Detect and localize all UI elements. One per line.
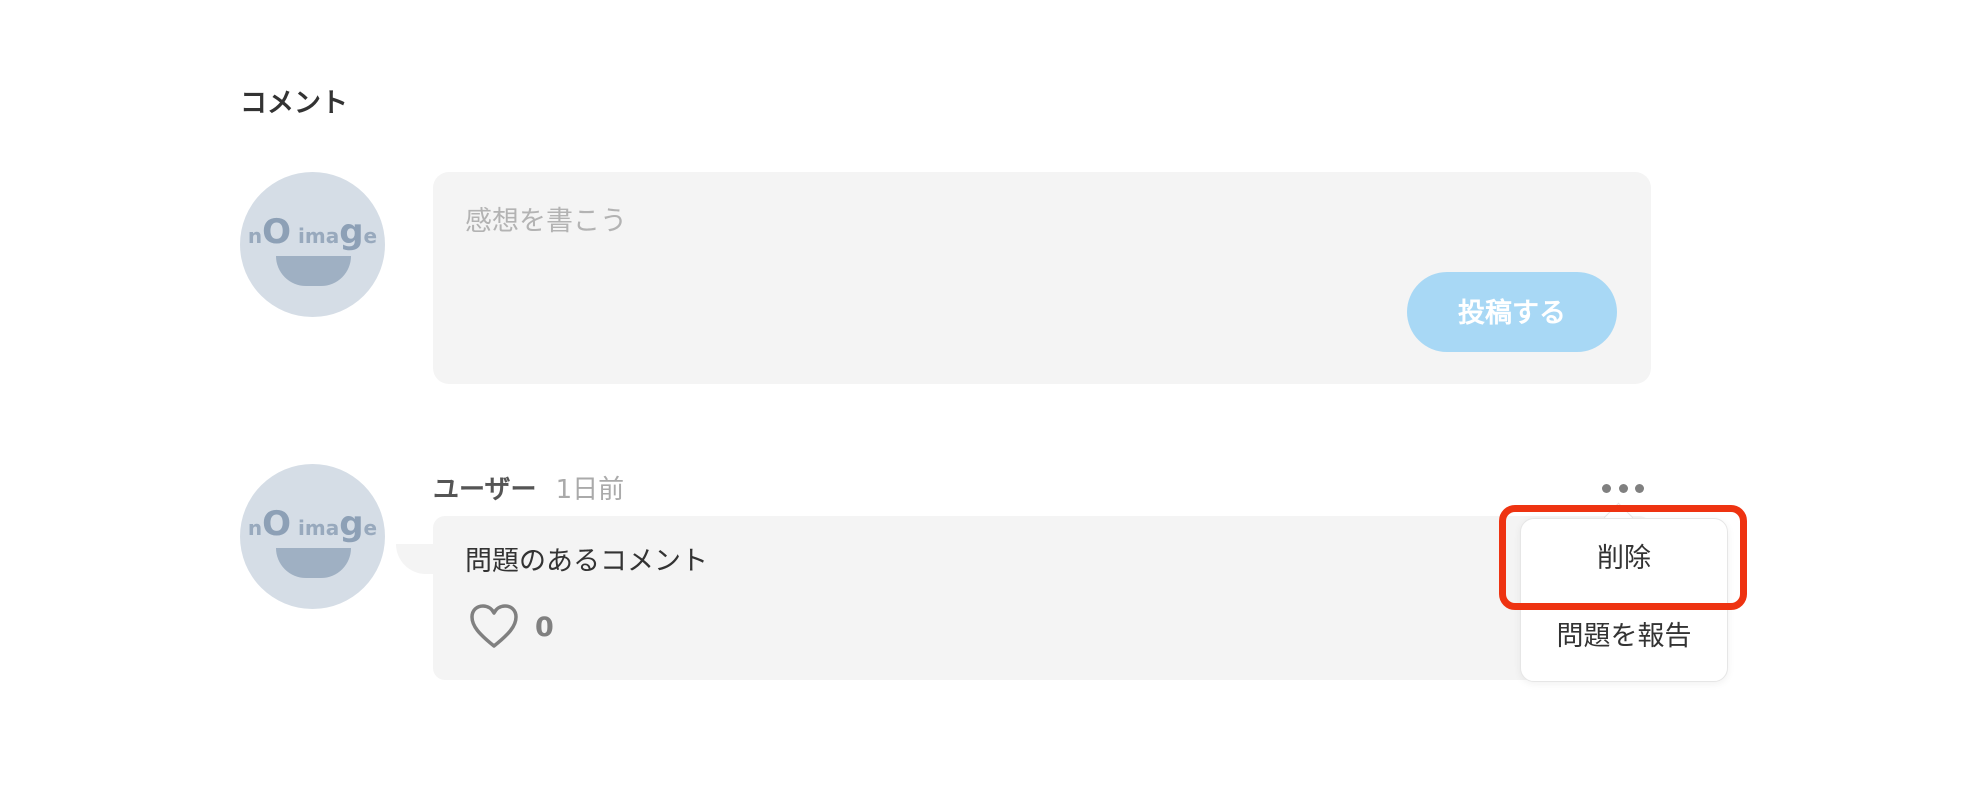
menu-item-report[interactable]: 問題を報告 <box>1521 605 1727 669</box>
comments-section-title: コメント <box>240 88 348 119</box>
comment-header: ユーザー 1日前 <box>433 470 624 510</box>
comment-compose-box[interactable]: 感想を書こう 投稿する <box>433 172 1651 384</box>
menu-item-delete[interactable]: 削除 <box>1521 527 1727 591</box>
avatar-smile-shape <box>276 548 351 578</box>
heart-icon[interactable] <box>469 604 519 650</box>
comment-input-placeholder[interactable]: 感想を書こう <box>465 202 627 242</box>
comment-options-menu: 削除 問題を報告 <box>1520 518 1728 682</box>
more-options-icon[interactable] <box>1602 480 1644 496</box>
comment-bubble: 問題のあるコメント 0 <box>433 516 1651 680</box>
post-comment-button[interactable]: 投稿する <box>1407 272 1617 352</box>
comment-author-name[interactable]: ユーザー <box>433 475 536 505</box>
no-image-icon: nO image <box>247 504 378 544</box>
comment-author-avatar[interactable]: nO image <box>240 464 385 609</box>
no-image-icon: nO image <box>247 212 378 252</box>
like-count: 0 <box>535 611 554 643</box>
like-button[interactable]: 0 <box>469 602 554 652</box>
current-user-avatar: nO image <box>240 172 385 317</box>
comment-text: 問題のあるコメント <box>465 546 708 577</box>
avatar-smile-shape <box>276 256 351 286</box>
comment-timestamp: 1日前 <box>555 475 625 505</box>
